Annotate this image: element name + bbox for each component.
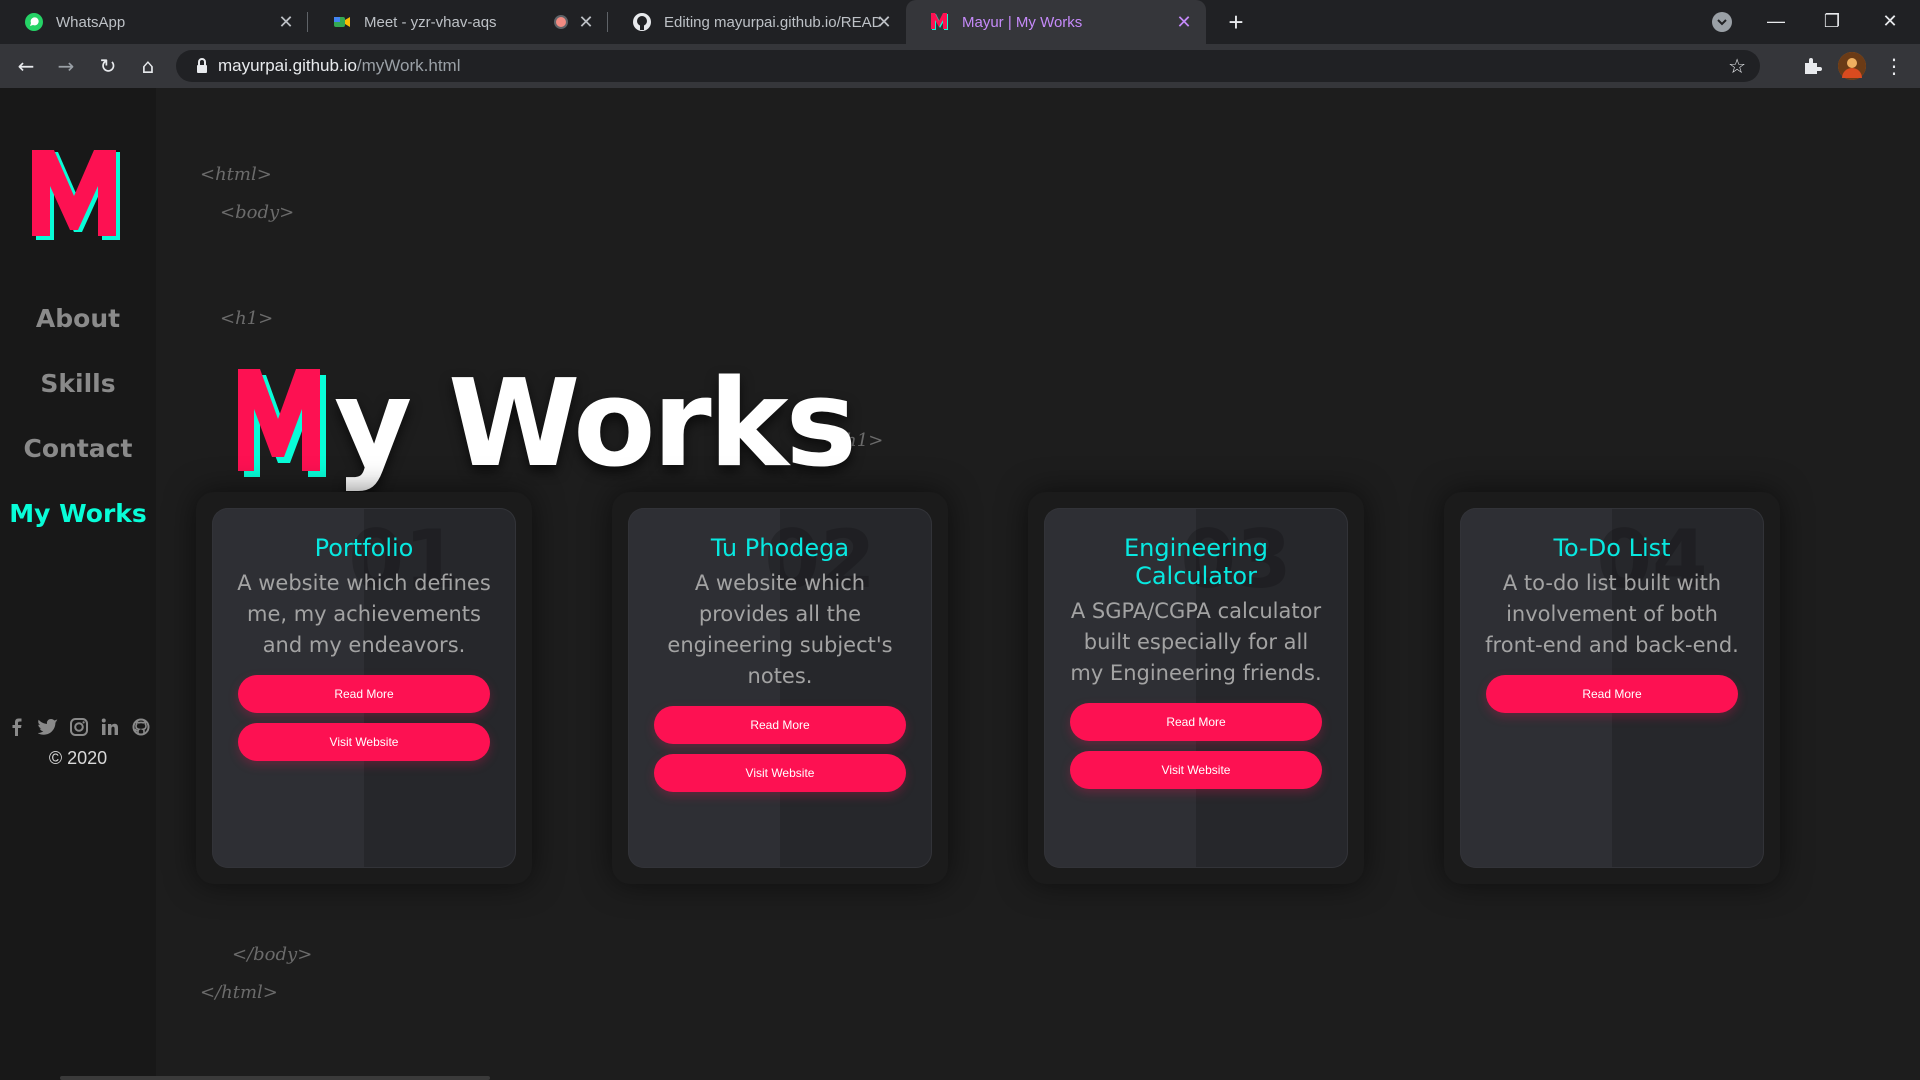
back-icon[interactable]: ← bbox=[12, 52, 40, 80]
tab-title: Editing mayurpai.github.io/READ bbox=[664, 13, 880, 31]
tab-my-works[interactable]: Mayur | My Works ✕ bbox=[906, 0, 1206, 44]
tab-title: Mayur | My Works bbox=[962, 13, 1083, 31]
read-more-button[interactable]: Read More bbox=[1486, 675, 1738, 713]
visit-website-button[interactable]: Visit Website bbox=[238, 723, 490, 761]
html-open-tag: <html> bbox=[200, 164, 272, 185]
window-close-icon[interactable]: ✕ bbox=[1872, 6, 1908, 36]
read-more-button[interactable]: Read More bbox=[1070, 703, 1322, 741]
url-text: mayurpai.github.io/myWork.html bbox=[218, 56, 461, 76]
facebook-icon[interactable] bbox=[4, 714, 30, 740]
recording-indicator-icon bbox=[554, 15, 568, 29]
restore-icon[interactable]: ❐ bbox=[1814, 6, 1850, 36]
home-icon[interactable]: ⌂ bbox=[134, 52, 162, 80]
bookmark-star-icon[interactable]: ☆ bbox=[1728, 54, 1746, 78]
read-more-button[interactable]: Read More bbox=[238, 675, 490, 713]
reload-icon[interactable]: ↻ bbox=[94, 52, 122, 80]
twitter-icon[interactable] bbox=[35, 714, 61, 740]
card-title: To-Do List bbox=[1553, 534, 1671, 562]
nav-about[interactable]: About bbox=[0, 304, 156, 333]
menu-kebab-icon[interactable]: ⋮ bbox=[1880, 52, 1908, 80]
extensions-icon[interactable] bbox=[1798, 52, 1826, 80]
horizontal-scrollbar[interactable] bbox=[60, 1076, 490, 1080]
new-tab-button[interactable]: + bbox=[1222, 8, 1250, 36]
close-tab-icon[interactable]: ✕ bbox=[1174, 12, 1194, 32]
visit-website-button[interactable]: Visit Website bbox=[654, 754, 906, 792]
card-body: 02 Tu Phodega A website which provides a… bbox=[628, 508, 932, 868]
project-card: 01 Portfolio A website which defines me,… bbox=[196, 492, 532, 884]
lock-icon bbox=[192, 56, 212, 76]
sidebar: About Skills Contact My Works © 2020 bbox=[0, 88, 156, 1080]
card-title: Tu Phodega bbox=[710, 534, 850, 562]
address-bar[interactable]: mayurpai.github.io/myWork.html ☆ bbox=[176, 50, 1760, 82]
card-body: 03 Engineering Calculator A SGPA/CGPA ca… bbox=[1044, 508, 1348, 868]
card-body: 04 To-Do List A to-do list built with in… bbox=[1460, 508, 1764, 868]
card-description: A to-do list built with involvement of b… bbox=[1485, 571, 1739, 657]
nav-my-works[interactable]: My Works bbox=[0, 499, 156, 528]
card-body: 01 Portfolio A website which defines me,… bbox=[212, 508, 516, 868]
card-description: A website which provides all the enginee… bbox=[667, 571, 893, 688]
tab-whatsapp[interactable]: WhatsApp ✕ bbox=[0, 0, 308, 44]
page-title: y Works bbox=[236, 350, 857, 500]
title-logo-letter bbox=[236, 364, 332, 477]
body-close-tag: </body> bbox=[232, 944, 313, 965]
card-title: Engineering Calculator bbox=[1124, 534, 1268, 590]
github-icon bbox=[632, 12, 652, 32]
tab-search-icon[interactable] bbox=[1712, 12, 1732, 32]
tab-meet[interactable]: Meet - yzr-vhav-aqs ✕ bbox=[308, 0, 608, 44]
card-description: A SGPA/CGPA calculator built especially … bbox=[1070, 599, 1322, 685]
body-open-tag: <body> bbox=[220, 202, 295, 223]
visit-website-button[interactable]: Visit Website bbox=[1070, 751, 1322, 789]
project-card: 02 Tu Phodega A website which provides a… bbox=[612, 492, 948, 884]
profile-avatar[interactable] bbox=[1838, 52, 1866, 80]
linkedin-icon[interactable] bbox=[97, 714, 123, 740]
card-title: Portfolio bbox=[314, 534, 414, 562]
site-logo[interactable] bbox=[30, 148, 126, 244]
nav-contact[interactable]: Contact bbox=[0, 434, 156, 463]
nav-skills[interactable]: Skills bbox=[0, 369, 156, 398]
instagram-icon[interactable] bbox=[66, 714, 92, 740]
forward-icon[interactable]: → bbox=[52, 52, 80, 80]
social-links bbox=[4, 714, 154, 740]
whatsapp-icon bbox=[24, 12, 44, 32]
tab-title: WhatsApp bbox=[56, 13, 126, 31]
h1-open-tag: <h1> bbox=[220, 308, 274, 329]
close-tab-icon[interactable]: ✕ bbox=[276, 12, 296, 32]
html-close-tag: </html> bbox=[200, 982, 278, 1003]
close-tab-icon[interactable]: ✕ bbox=[576, 12, 596, 32]
copyright-text: © 2020 bbox=[48, 748, 108, 768]
url-path: /myWork.html bbox=[356, 56, 461, 75]
minimize-icon[interactable]: — bbox=[1758, 6, 1794, 36]
close-tab-icon[interactable]: ✕ bbox=[874, 12, 894, 32]
m-logo-icon bbox=[930, 12, 950, 32]
url-host: mayurpai.github.io bbox=[218, 56, 357, 75]
github-icon[interactable] bbox=[128, 714, 154, 740]
project-card: 03 Engineering Calculator A SGPA/CGPA ca… bbox=[1028, 492, 1364, 884]
project-card: 04 To-Do List A to-do list built with in… bbox=[1444, 492, 1780, 884]
read-more-button[interactable]: Read More bbox=[654, 706, 906, 744]
title-text: y Works bbox=[334, 355, 857, 494]
browser-toolbar: ← → ↻ ⌂ mayurpai.github.io/myWork.html ☆… bbox=[0, 44, 1920, 88]
page: About Skills Contact My Works © 2020 <ht… bbox=[0, 88, 1920, 1080]
browser-tabstrip: WhatsApp ✕ Meet - yzr-vhav-aqs ✕ Editing… bbox=[0, 0, 1920, 44]
google-meet-icon bbox=[332, 12, 352, 32]
tab-title: Meet - yzr-vhav-aqs bbox=[364, 13, 497, 31]
card-description: A website which defines me, my achieveme… bbox=[237, 571, 491, 657]
tab-github[interactable]: Editing mayurpai.github.io/READ ✕ bbox=[608, 0, 906, 44]
